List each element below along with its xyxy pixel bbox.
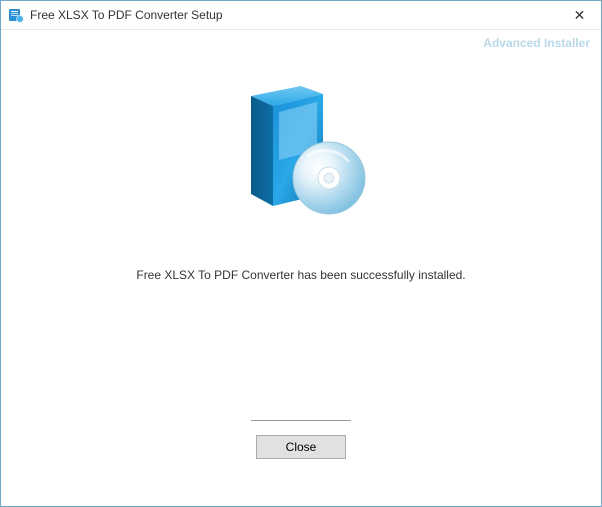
close-button[interactable]: Close — [256, 435, 346, 459]
close-icon: ✕ — [574, 7, 586, 24]
installer-content: Advanced Installer — [0, 30, 602, 507]
window-close-button[interactable]: ✕ — [557, 0, 602, 30]
window-titlebar: Free XLSX To PDF Converter Setup ✕ — [0, 0, 602, 30]
app-icon — [8, 7, 24, 23]
install-status-message: Free XLSX To PDF Converter has been succ… — [0, 268, 602, 282]
product-box-icon — [231, 78, 371, 228]
window-title: Free XLSX To PDF Converter Setup — [30, 8, 223, 22]
divider-line — [251, 420, 351, 421]
brand-label: Advanced Installer — [483, 36, 590, 50]
